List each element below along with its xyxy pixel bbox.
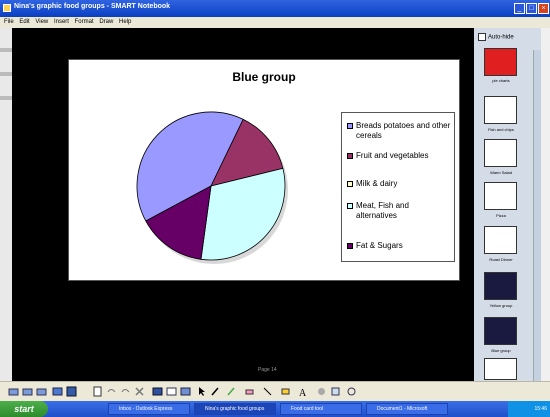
maximize-button[interactable]: □	[526, 3, 537, 14]
text-icon[interactable]: A	[298, 386, 309, 397]
thumbnail-label-6: Yellow group	[489, 303, 513, 308]
minimize-button[interactable]: _	[514, 3, 525, 14]
legend-item-3: Milk & dairy	[347, 179, 451, 189]
chart-legend: Breads potatoes and other cereals Fruit a…	[341, 112, 455, 262]
thumbnail-7[interactable]	[484, 317, 517, 345]
pen-icon[interactable]	[210, 386, 221, 397]
eraser-icon[interactable]	[244, 386, 255, 397]
autohide-checkbox[interactable]: Auto-hide	[478, 33, 514, 41]
thumbnail-label-5: Roast Dinner	[489, 257, 513, 262]
legend-label: Milk & dairy	[356, 179, 398, 188]
save-icon[interactable]	[66, 386, 77, 397]
taskbar: start Inbox - Outlook Express Nina's gra…	[0, 401, 550, 417]
forward-icon[interactable]	[22, 386, 33, 397]
close-button[interactable]: ×	[538, 3, 549, 14]
legend-swatch	[347, 153, 353, 159]
chart-area[interactable]: Blue group Breads potatoes and other cer…	[68, 59, 460, 281]
redo-icon[interactable]	[120, 386, 131, 397]
legend-label: Fat & Sugars	[356, 241, 403, 250]
notebook-toolbar: A	[0, 381, 550, 402]
thumbnail-6[interactable]	[484, 272, 517, 300]
thumbnail-3[interactable]	[484, 139, 517, 167]
fill-icon[interactable]	[316, 386, 327, 397]
thumbnail-label-4: Pizza	[496, 213, 506, 218]
autohide-label: Auto-hide	[488, 34, 514, 41]
menu-help[interactable]: Help	[119, 17, 131, 28]
page-label: Page 14	[258, 367, 277, 373]
sidebar-scrollbar[interactable]	[533, 50, 541, 381]
left-strip	[0, 28, 12, 381]
legend-swatch	[347, 243, 353, 249]
legend-item-5: Fat & Sugars	[347, 241, 451, 251]
menu-edit[interactable]: Edit	[19, 17, 29, 28]
legend-swatch	[347, 181, 353, 187]
thumbnail-label-7: Blue group	[491, 348, 511, 353]
start-button[interactable]: start	[0, 401, 48, 417]
app-icon	[3, 4, 11, 12]
page-icon[interactable]	[36, 386, 47, 397]
properties-icon[interactable]	[330, 386, 341, 397]
line-icon[interactable]	[262, 386, 273, 397]
paste-icon[interactable]	[92, 386, 103, 397]
title-bar: Nina's graphic food groups - SMART Noteb…	[0, 0, 550, 17]
legend-label: Fruit and vegetables	[356, 151, 429, 160]
side-tools-panel	[541, 28, 550, 381]
checkbox-icon	[478, 33, 486, 41]
legend-swatch	[347, 203, 353, 209]
thumbnail-4[interactable]	[484, 182, 517, 210]
open-icon[interactable]	[52, 386, 63, 397]
menu-insert[interactable]: Insert	[54, 17, 69, 28]
window-title: Nina's graphic food groups - SMART Noteb…	[14, 3, 171, 10]
delete-icon[interactable]	[134, 386, 145, 397]
thumbnail-5[interactable]	[484, 226, 517, 254]
legend-label: Breads potatoes and other cereals	[356, 121, 451, 140]
legend-item-4: Meat, Fish and alternatives	[347, 201, 451, 221]
task-button-3[interactable]: Food card tool	[280, 403, 362, 415]
thumbnail-label-3: Warm Salad	[490, 170, 512, 175]
creative-pen-icon[interactable]	[226, 386, 237, 397]
undo-icon[interactable]	[106, 386, 117, 397]
menu-view[interactable]: View	[35, 17, 48, 28]
move-toolbar-icon[interactable]	[346, 386, 357, 397]
thumbnail-1[interactable]	[484, 48, 517, 76]
legend-swatch	[347, 123, 353, 129]
thumbnail-label-1: pie charts	[492, 78, 510, 83]
select-arrow-icon[interactable]	[196, 386, 207, 397]
menu-file[interactable]: File	[4, 17, 14, 28]
task-button-1[interactable]: Inbox - Outlook Express	[108, 403, 190, 415]
legend-item-1: Breads potatoes and other cereals	[347, 121, 451, 141]
back-icon[interactable]	[8, 386, 19, 397]
menu-draw[interactable]: Draw	[99, 17, 113, 28]
menu-format[interactable]: Format	[75, 17, 94, 28]
legend-item-2: Fruit and vegetables	[347, 151, 451, 161]
table-icon[interactable]	[166, 386, 177, 397]
thumbnail-label-2: Fish and chips	[488, 127, 514, 132]
shapes-icon[interactable]	[280, 386, 291, 397]
capture-icon[interactable]	[180, 386, 191, 397]
thumbnail-2[interactable]	[484, 96, 517, 124]
task-button-4[interactable]: Document1 - Microsoft	[366, 403, 448, 415]
system-tray-clock: 15:46	[508, 401, 550, 417]
legend-label: Meat, Fish and alternatives	[356, 201, 409, 220]
svg-text:A: A	[299, 388, 307, 397]
task-button-2[interactable]: Nina's graphic food groups	[194, 403, 276, 415]
screen-shade-icon[interactable]	[152, 386, 163, 397]
thumbnail-8[interactable]	[484, 358, 517, 380]
